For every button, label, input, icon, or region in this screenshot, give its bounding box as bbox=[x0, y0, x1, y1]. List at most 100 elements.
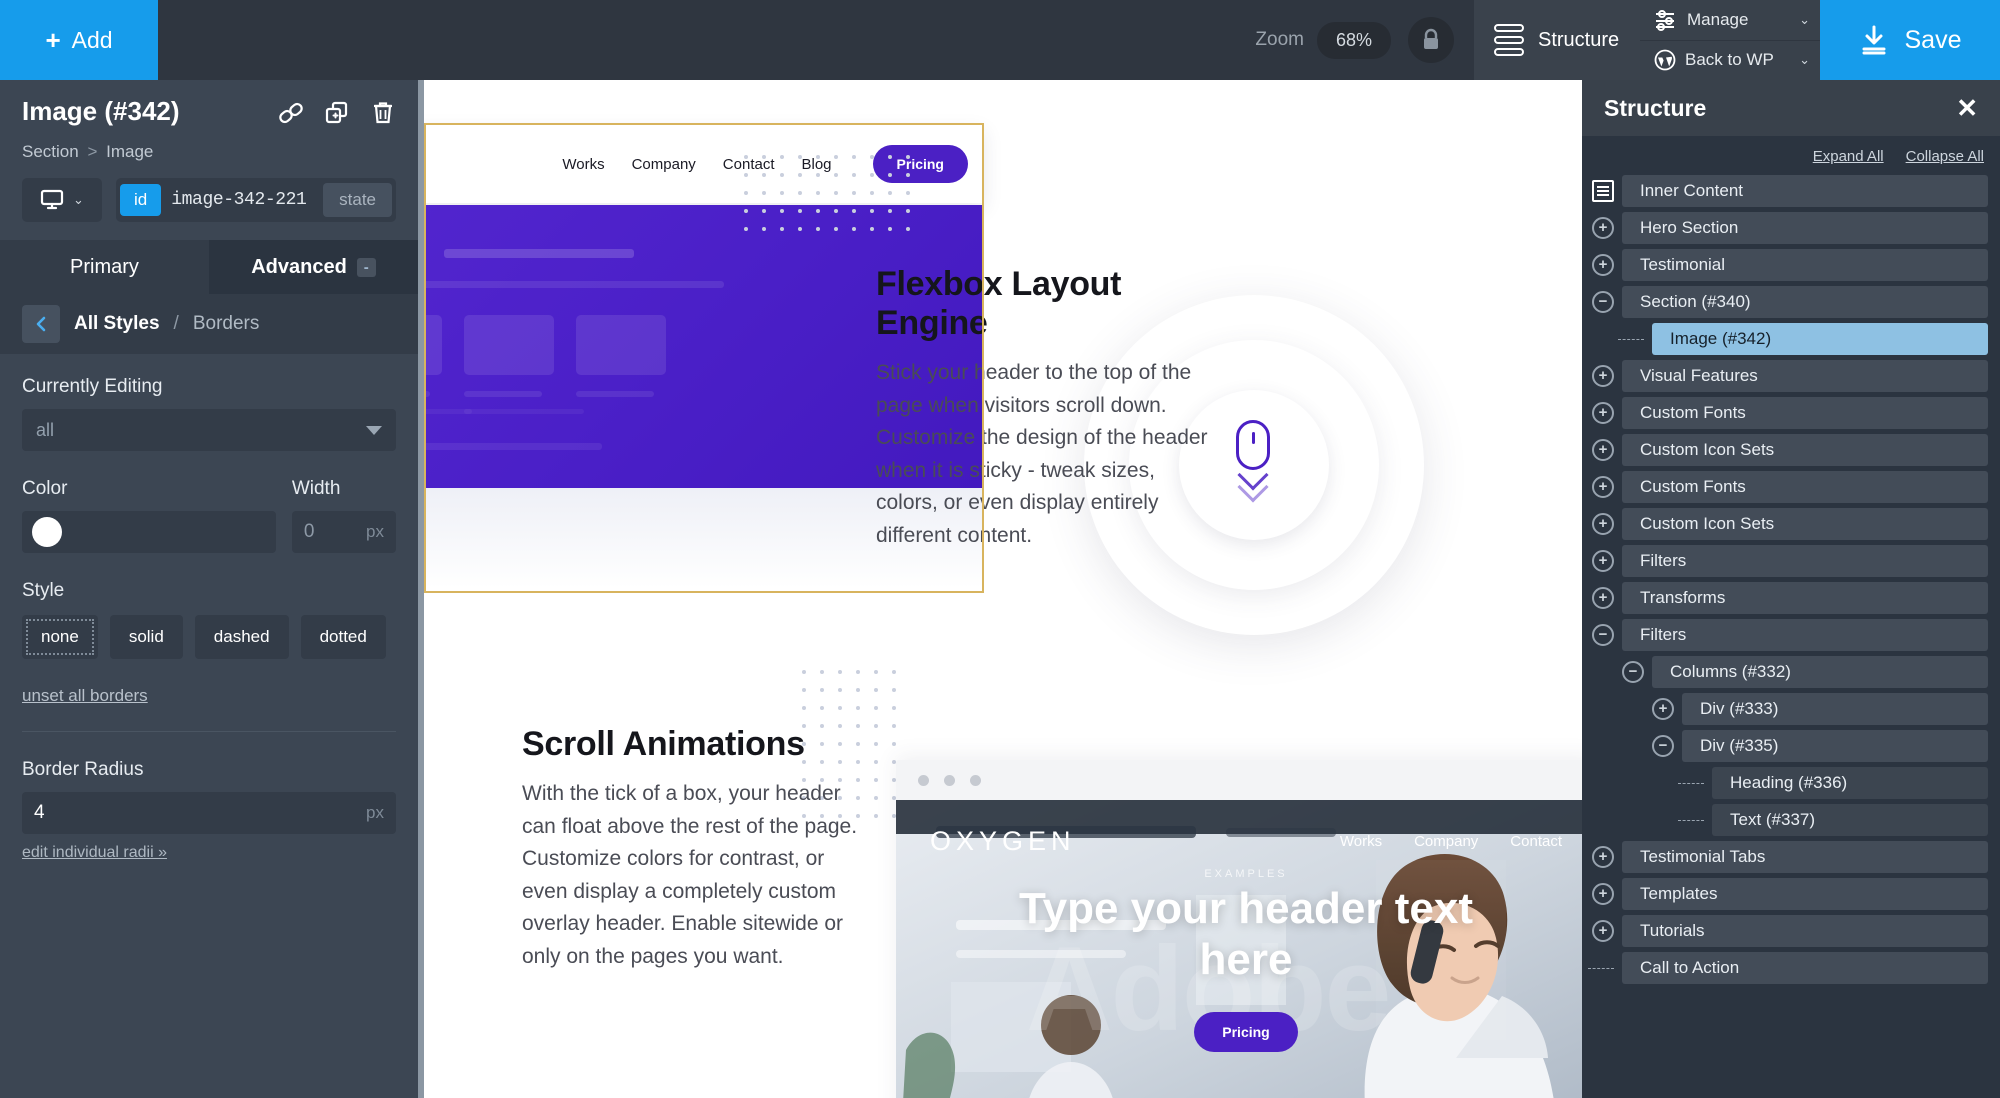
tree-node-label[interactable]: Testimonial Tabs bbox=[1622, 841, 1988, 873]
trash-icon[interactable] bbox=[370, 100, 396, 131]
tree-node-label[interactable]: Custom Fonts bbox=[1622, 471, 1988, 503]
tree-node-label[interactable]: Visual Features bbox=[1622, 360, 1988, 392]
tree-node[interactable]: + Filters bbox=[1582, 545, 1988, 577]
tree-node[interactable]: + Div (#333) bbox=[1582, 693, 1988, 725]
device-selector[interactable]: ⌄ bbox=[22, 178, 102, 222]
expand-all-link[interactable]: Expand All bbox=[1813, 148, 1884, 165]
crumb-all-styles[interactable]: All Styles bbox=[74, 313, 160, 335]
tree-node-label[interactable]: Hero Section bbox=[1622, 212, 1988, 244]
tree-node-label[interactable]: Columns (#332) bbox=[1652, 656, 1988, 688]
expand-icon[interactable]: + bbox=[1592, 365, 1614, 387]
tree-node[interactable]: Text (#337) bbox=[1582, 804, 1988, 836]
browser-mockup[interactable]: Adobe OXYGEN Works Company Contact EXAMP… bbox=[896, 760, 1582, 1098]
collapse-all-link[interactable]: Collapse All bbox=[1906, 148, 1984, 165]
border-width-unit[interactable]: px bbox=[366, 522, 384, 542]
expand-icon[interactable]: + bbox=[1652, 698, 1674, 720]
style-option-solid[interactable]: solid bbox=[109, 615, 183, 659]
tree-node-label[interactable]: Custom Fonts bbox=[1622, 397, 1988, 429]
tree-node-label[interactable]: Call to Action bbox=[1622, 952, 1988, 984]
tree-node-label[interactable]: Image (#342) bbox=[1652, 323, 1988, 355]
tree-node-label[interactable]: Text (#337) bbox=[1712, 804, 1988, 836]
tree-node[interactable]: + Custom Icon Sets bbox=[1582, 508, 1988, 540]
manage-menu-button[interactable]: Manage ⌄ bbox=[1640, 0, 1820, 41]
expand-icon[interactable]: + bbox=[1592, 920, 1614, 942]
tree-node[interactable]: Inner Content bbox=[1582, 175, 1988, 207]
color-picker[interactable] bbox=[22, 511, 276, 553]
border-radius-unit[interactable]: px bbox=[366, 803, 384, 823]
page-preview[interactable]: N Works Company Contact Blog Pricing bbox=[424, 80, 1582, 1098]
expand-icon[interactable]: + bbox=[1592, 550, 1614, 572]
tree-node-label[interactable]: Custom Icon Sets bbox=[1622, 508, 1988, 540]
collapse-icon[interactable]: − bbox=[1592, 291, 1614, 313]
expand-icon[interactable]: + bbox=[1592, 587, 1614, 609]
tree-node-label[interactable]: Heading (#336) bbox=[1712, 767, 1988, 799]
tree-node[interactable]: + Testimonial Tabs bbox=[1582, 841, 1988, 873]
id-input[interactable]: image-342-221 bbox=[171, 190, 313, 210]
style-option-dotted[interactable]: dotted bbox=[300, 615, 386, 659]
edit-individual-radii-link[interactable]: edit individual radii » bbox=[22, 844, 167, 862]
tree-node-label[interactable]: Templates bbox=[1622, 878, 1988, 910]
expand-icon[interactable]: + bbox=[1592, 402, 1614, 424]
zoom-value[interactable]: 68% bbox=[1316, 21, 1391, 59]
tree-node[interactable]: + Testimonial bbox=[1582, 249, 1988, 281]
tree-node-label[interactable]: Tutorials bbox=[1622, 915, 1988, 947]
feature-block-flexbox[interactable]: Flexbox Layout Engine Stick your header … bbox=[876, 265, 1216, 552]
border-radius-input[interactable]: 4 px bbox=[22, 792, 396, 834]
tree-node[interactable]: − Filters bbox=[1582, 619, 1988, 651]
style-option-none[interactable]: none bbox=[22, 615, 98, 659]
tree-node[interactable]: + Custom Fonts bbox=[1582, 471, 1988, 503]
canvas-viewport[interactable]: N Works Company Contact Blog Pricing bbox=[418, 80, 1582, 1098]
expand-icon[interactable]: + bbox=[1592, 846, 1614, 868]
expand-icon[interactable]: + bbox=[1592, 254, 1614, 276]
expand-icon[interactable]: + bbox=[1592, 883, 1614, 905]
tree-node[interactable]: + Visual Features bbox=[1582, 360, 1988, 392]
style-option-dashed[interactable]: dashed bbox=[194, 615, 289, 659]
save-button[interactable]: Save bbox=[1820, 0, 2000, 80]
tree-node-label[interactable]: Div (#335) bbox=[1682, 730, 1988, 762]
border-width-input[interactable]: 0 px bbox=[291, 511, 396, 553]
duplicate-icon[interactable] bbox=[324, 100, 350, 131]
expand-icon[interactable]: + bbox=[1592, 513, 1614, 535]
currently-editing-select[interactable]: all bbox=[22, 409, 396, 451]
tree-node[interactable]: Heading (#336) bbox=[1582, 767, 1988, 799]
collapse-icon[interactable]: − bbox=[1592, 624, 1614, 646]
tree-node[interactable]: Image (#342) bbox=[1582, 323, 1988, 355]
id-chip[interactable]: id bbox=[120, 184, 162, 216]
expand-icon[interactable]: + bbox=[1592, 476, 1614, 498]
link-icon[interactable] bbox=[278, 100, 304, 131]
tree-node[interactable]: + Custom Icon Sets bbox=[1582, 434, 1988, 466]
unset-all-borders-link[interactable]: unset all borders bbox=[22, 686, 148, 706]
tree-node[interactable]: + Tutorials bbox=[1582, 915, 1988, 947]
expand-icon[interactable]: + bbox=[1592, 217, 1614, 239]
tab-advanced[interactable]: Advanced - bbox=[209, 240, 418, 294]
tree-node-label[interactable]: Testimonial bbox=[1622, 249, 1988, 281]
collapse-icon[interactable]: − bbox=[1622, 661, 1644, 683]
tree-node[interactable]: − Columns (#332) bbox=[1582, 656, 1988, 688]
structure-toggle-button[interactable]: Structure bbox=[1474, 0, 1640, 80]
collapse-icon[interactable]: − bbox=[1652, 735, 1674, 757]
lock-button[interactable] bbox=[1408, 17, 1454, 63]
tree-node[interactable]: + Transforms bbox=[1582, 582, 1988, 614]
close-icon[interactable]: ✕ bbox=[1956, 95, 1978, 121]
breadcrumb-parent[interactable]: Section bbox=[22, 142, 79, 161]
tree-node-label[interactable]: Custom Icon Sets bbox=[1622, 434, 1988, 466]
tree-node[interactable]: + Templates bbox=[1582, 878, 1988, 910]
tree-node-label[interactable]: Filters bbox=[1622, 545, 1988, 577]
tree-node-label[interactable]: Section (#340) bbox=[1622, 286, 1988, 318]
tree-node-label[interactable]: Filters bbox=[1622, 619, 1988, 651]
tab-primary[interactable]: Primary bbox=[0, 240, 209, 294]
tree-node[interactable]: + Hero Section bbox=[1582, 212, 1988, 244]
tree-node[interactable]: + Custom Fonts bbox=[1582, 397, 1988, 429]
feature-block-scroll[interactable]: Scroll Animations With the tick of a box… bbox=[522, 725, 862, 973]
back-button[interactable] bbox=[22, 305, 60, 343]
expand-icon[interactable]: + bbox=[1592, 439, 1614, 461]
color-swatch[interactable] bbox=[32, 517, 62, 547]
tree-node-label[interactable]: Inner Content bbox=[1622, 175, 1988, 207]
back-to-wp-button[interactable]: Back to WP ⌄ bbox=[1640, 40, 1820, 80]
tree-node[interactable]: Call to Action bbox=[1582, 952, 1988, 984]
tree-node[interactable]: − Section (#340) bbox=[1582, 286, 1988, 318]
tree-node-label[interactable]: Transforms bbox=[1622, 582, 1988, 614]
state-chip[interactable]: state bbox=[323, 183, 392, 217]
add-button[interactable]: + Add bbox=[0, 0, 158, 80]
tree-node-label[interactable]: Div (#333) bbox=[1682, 693, 1988, 725]
